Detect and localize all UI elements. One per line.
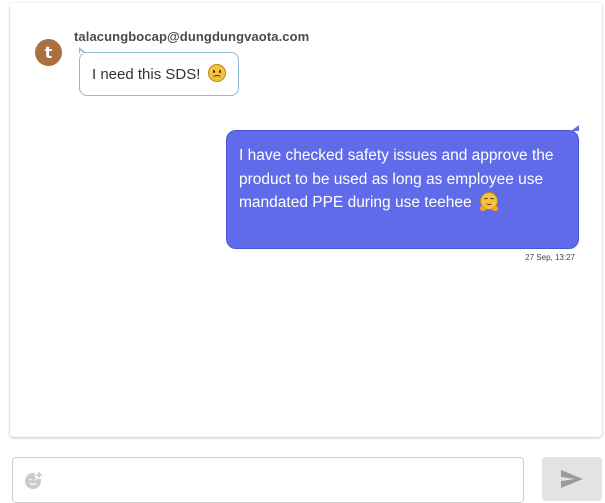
message-input[interactable] xyxy=(53,466,517,494)
incoming-message-text: I need this SDS! xyxy=(92,66,201,83)
message-timestamp: 27 Sep, 13:27 xyxy=(525,253,575,262)
message-input-box[interactable] xyxy=(12,457,524,503)
hugging-face-icon xyxy=(479,192,498,211)
bubble-tail xyxy=(571,125,579,131)
send-button[interactable] xyxy=(542,457,602,501)
slightly-frowning-face-icon xyxy=(207,64,226,82)
add-emoji-icon[interactable] xyxy=(24,470,44,490)
send-icon xyxy=(561,470,583,488)
outgoing-message-bubble: I have checked safety issues and approve… xyxy=(226,125,579,249)
sender-name: talacungbocap@dungdungvaota.com xyxy=(74,29,310,44)
chat-message-panel: t talacungbocap@dungdungvaota.com I need… xyxy=(10,3,602,437)
outgoing-message-text: I have checked safety issues and approve… xyxy=(239,147,554,211)
avatar: t xyxy=(35,39,62,66)
incoming-message-bubble: I need this SDS! xyxy=(79,47,239,96)
